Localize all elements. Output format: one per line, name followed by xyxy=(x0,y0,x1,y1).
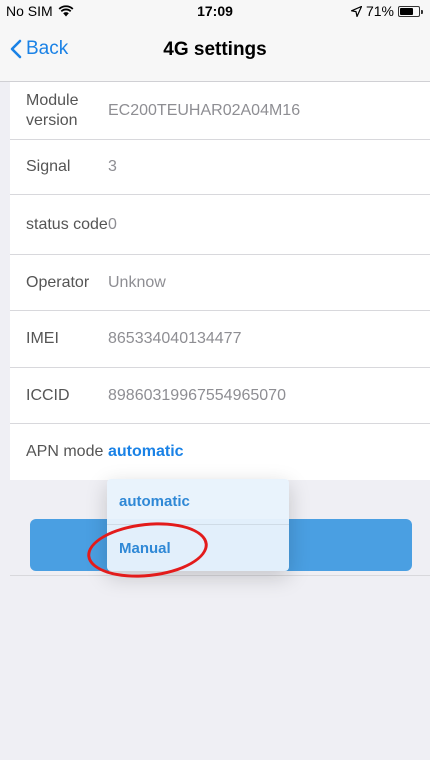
row-module-version: Module version EC200TEUHAR02A04M16 xyxy=(10,82,430,140)
row-value: 865334040134477 xyxy=(108,330,242,347)
divider xyxy=(10,575,430,576)
settings-list: Module version EC200TEUHAR02A04M16 Signa… xyxy=(10,82,430,480)
battery-percent: 71% xyxy=(365,3,394,19)
navigation-bar: Back 4G settings xyxy=(0,20,430,82)
row-value: 0 xyxy=(108,215,117,233)
row-label: Signal xyxy=(26,158,71,175)
row-iccid: ICCID 89860319967554965070 xyxy=(10,368,430,424)
battery-fill xyxy=(400,7,413,15)
row-label: APN mode xyxy=(26,443,104,460)
row-signal: Signal 3 xyxy=(10,140,430,195)
battery-icon xyxy=(398,5,423,17)
row-value: 3 xyxy=(108,158,117,175)
apn-mode-select[interactable]: automatic xyxy=(108,443,184,461)
row-value: Unknow xyxy=(108,273,166,291)
row-imei: IMEI 865334040134477 xyxy=(10,311,430,368)
row-apn-mode[interactable]: APN mode automatic xyxy=(10,424,430,480)
row-label: status code xyxy=(26,215,108,233)
row-label: Module version xyxy=(26,91,79,129)
row-value: EC200TEUHAR02A04M16 xyxy=(108,101,301,119)
option-automatic[interactable]: automatic xyxy=(107,479,289,525)
row-label: IMEI xyxy=(26,330,59,347)
status-right: 71% xyxy=(350,3,423,19)
status-bar: No SIM 17:09 71% xyxy=(0,0,430,20)
row-status-code: status code 0 xyxy=(10,195,430,255)
row-label: Operator xyxy=(26,273,90,291)
page-title: 4G settings xyxy=(163,39,267,60)
row-value: 89860319967554965070 xyxy=(108,386,286,404)
row-label: ICCID xyxy=(26,386,70,404)
row-operator: Operator Unknow xyxy=(10,255,430,311)
location-arrow-icon xyxy=(350,5,362,17)
